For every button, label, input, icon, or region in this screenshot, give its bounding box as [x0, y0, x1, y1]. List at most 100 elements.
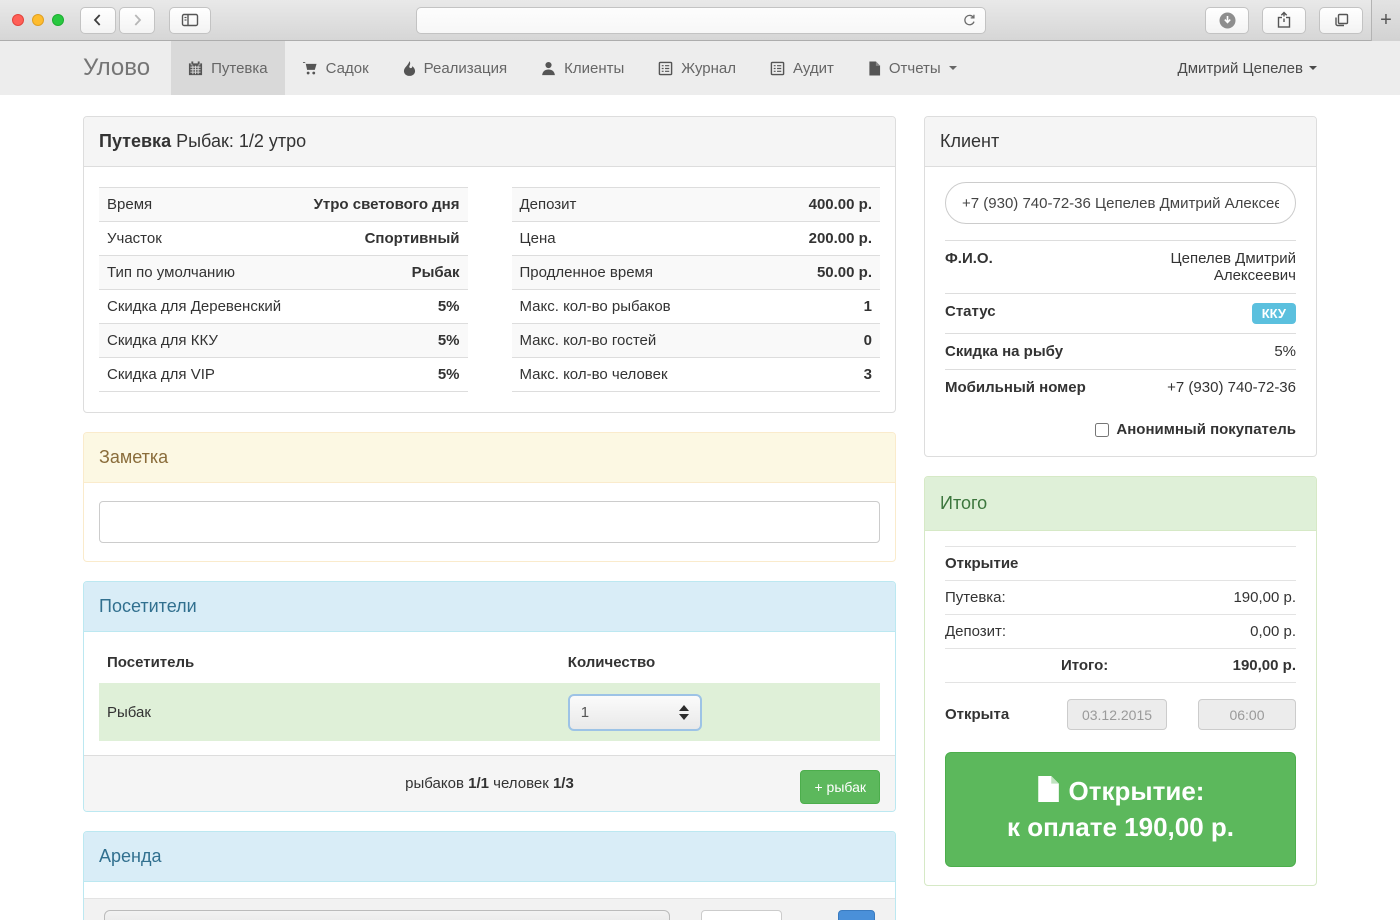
row-label: Скидка для VIP [99, 358, 298, 392]
nav-item-zhurnal[interactable]: Журнал [641, 41, 753, 95]
opened-time-input[interactable] [1198, 699, 1296, 730]
downloads-button[interactable] [1205, 7, 1249, 34]
row-label: Путевка: [945, 581, 1150, 615]
close-window-button[interactable] [12, 14, 24, 26]
reload-icon[interactable] [962, 13, 977, 28]
audit-icon [770, 61, 785, 76]
back-button[interactable] [80, 7, 116, 34]
row-value: 0,00 р. [1150, 615, 1296, 649]
note-panel-title: Заметка [84, 433, 895, 483]
rent-add-button[interactable] [838, 910, 875, 920]
anonymous-buyer-row: Анонимный покупатель [945, 421, 1296, 438]
nav-item-label: Аудит [793, 60, 834, 77]
note-input[interactable] [99, 501, 880, 543]
total-label: Итого: [945, 649, 1150, 683]
share-button[interactable] [1262, 7, 1306, 34]
visitors-counts: рыбаков 1/1 человек 1/3 [405, 775, 574, 792]
nav-item-label: Путевка [211, 60, 268, 77]
tabs-icon [1333, 12, 1350, 28]
client-panel-title: Клиент [925, 117, 1316, 167]
table-row: Макс. кол-во человек3 [512, 358, 881, 392]
nav-item-putevka[interactable]: Путевка [171, 41, 285, 95]
nav-item-audit[interactable]: Аудит [753, 41, 851, 95]
address-input[interactable] [425, 13, 962, 28]
nav-item-label: Отчеты [889, 60, 941, 77]
add-fisherman-button[interactable]: + рыбак [800, 770, 880, 804]
table-row: Ф.И.О. Цепелев Дмитрий Алексеевич [945, 241, 1296, 294]
address-bar[interactable] [416, 7, 986, 34]
permit-right-table: Депозит400.00 р. Цена200.00 р. Продленно… [512, 187, 881, 392]
row-value: 50.00 р. [761, 256, 880, 290]
client-panel: Клиент Ф.И.О. Цепелев Дмитрий Алексеевич… [924, 116, 1317, 457]
table-row: Макс. кол-во гостей0 [512, 324, 881, 358]
total-panel-title: Итого [925, 477, 1316, 531]
user-menu[interactable]: Дмитрий Цепелев [1178, 41, 1317, 95]
anonymous-buyer-checkbox[interactable] [1095, 423, 1109, 437]
row-value: 1 [761, 290, 880, 324]
pay-open-button[interactable]: Открытие: к оплате 190,00 р. [945, 752, 1296, 867]
chevron-down-icon [1309, 66, 1317, 70]
fio-value: Цепелев Дмитрий Алексеевич [1106, 241, 1296, 294]
zoom-window-button[interactable] [52, 14, 64, 26]
chevron-down-icon [949, 66, 957, 70]
minimize-window-button[interactable] [32, 14, 44, 26]
row-label: Продленное время [512, 256, 762, 290]
table-row: Статус ККУ [945, 294, 1296, 334]
nav-item-label: Садок [326, 60, 369, 77]
row-value: 400.00 р. [761, 188, 880, 222]
row-label: Скидка для ККУ [99, 324, 298, 358]
nav-item-sadok[interactable]: Садок [285, 41, 386, 95]
row-label: Цена [512, 222, 762, 256]
opened-row: Открыта [945, 699, 1296, 730]
nav-item-otchety[interactable]: Отчеты [851, 41, 974, 95]
row-value: Спортивный [298, 222, 467, 256]
visitors-panel-title: Посетители [84, 582, 895, 632]
opened-date-input[interactable] [1067, 699, 1167, 730]
table-row: Тип по умолчаниюРыбак [99, 256, 468, 290]
row-label: Время [99, 188, 298, 222]
table-row: Скидка для VIP5% [99, 358, 468, 392]
total-table: Открытие Путевка: 190,00 р. Депозит: 0,0… [945, 546, 1296, 683]
window-controls [12, 14, 64, 26]
row-label: Макс. кол-во рыбаков [512, 290, 762, 324]
nav-item-klienty[interactable]: Клиенты [524, 41, 641, 95]
app-navbar: Улово Путевка Садок Реализация [0, 41, 1400, 95]
row-label: Скидка для Деревенский [99, 290, 298, 324]
nav-item-label: Клиенты [564, 60, 624, 77]
row-label: Тип по умолчанию [99, 256, 298, 290]
visitors-table: Посетитель Количество Рыбак 1 [99, 644, 880, 741]
section-label: Открытие [945, 547, 1296, 581]
permit-left-table: ВремяУтро светового дня УчастокСпортивны… [99, 187, 468, 392]
row-label: Депозит: [945, 615, 1150, 649]
user-icon [541, 61, 556, 76]
stepper-arrows-icon[interactable] [679, 705, 689, 720]
client-search-input[interactable] [945, 182, 1296, 224]
calendar-icon [188, 61, 203, 76]
forward-button[interactable] [119, 7, 155, 34]
new-tab-button[interactable]: + [1371, 0, 1400, 41]
brand-logo[interactable]: Улово [83, 41, 150, 95]
chevron-right-icon [129, 12, 145, 28]
column-header-visitor: Посетитель [99, 644, 560, 683]
row-value: 5% [298, 290, 467, 324]
row-value: 190,00 р. [1150, 581, 1296, 615]
column-header-quantity: Количество [560, 644, 880, 683]
rent-quantity-input[interactable] [701, 910, 783, 920]
browser-toolbar: + [0, 0, 1400, 41]
user-name: Дмитрий Цепелев [1178, 60, 1303, 77]
permit-panel: Путевка Рыбак: 1/2 утро ВремяУтро светов… [83, 116, 896, 413]
table-row: УчастокСпортивный [99, 222, 468, 256]
note-panel: Заметка [83, 432, 896, 562]
rent-item-select[interactable] [104, 910, 670, 920]
tab-overview-button[interactable] [1319, 7, 1363, 34]
mobile-value: +7 (930) 740-72-36 [1106, 370, 1296, 406]
row-value: 5% [298, 324, 467, 358]
share-icon [1276, 11, 1292, 29]
row-label: Участок [99, 222, 298, 256]
row-value: 3 [761, 358, 880, 392]
quantity-stepper[interactable]: 1 [568, 694, 702, 731]
table-row: Скидка для ККУ5% [99, 324, 468, 358]
rent-form [84, 898, 895, 920]
nav-item-realizaciya[interactable]: Реализация [386, 41, 524, 95]
sidebar-button[interactable] [169, 7, 211, 34]
